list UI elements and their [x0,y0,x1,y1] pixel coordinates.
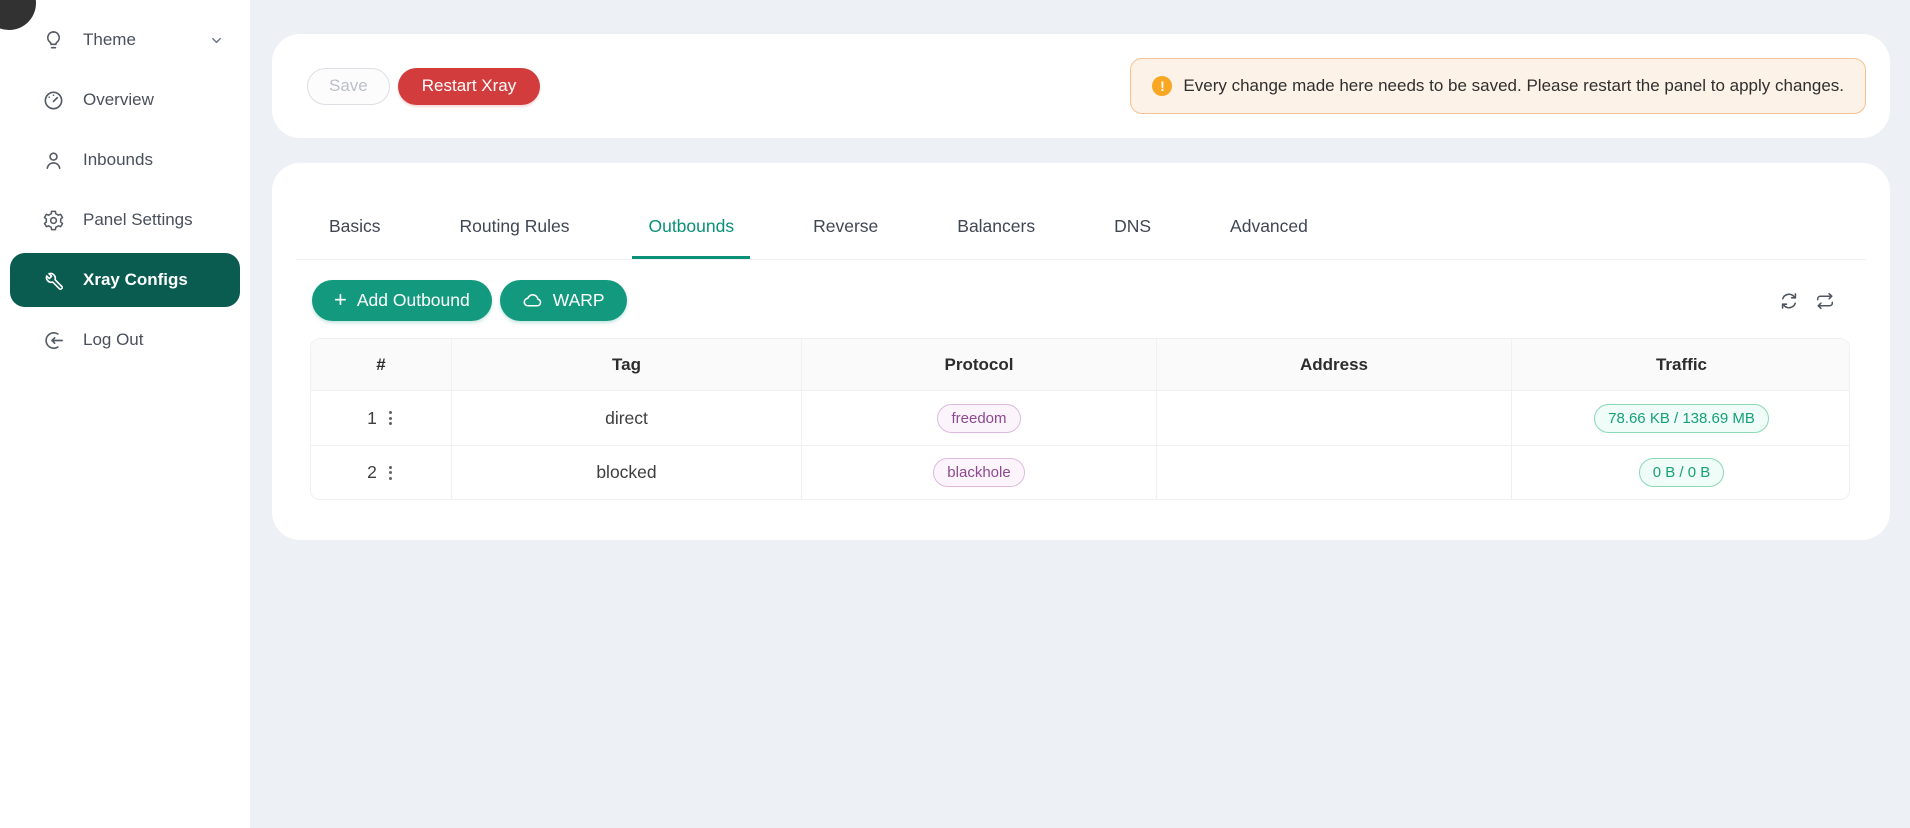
row-menu-icon[interactable] [386,463,395,483]
table-actions [1778,290,1836,312]
warp-button[interactable]: WARP [500,280,627,321]
sidebar-item-panel-settings[interactable]: Panel Settings [0,190,250,250]
column-header-traffic: Traffic [1511,339,1850,391]
sidebar-item-label: Xray Configs [83,270,188,290]
wrench-icon [42,269,65,292]
table-header-row: # Tag Protocol Address Traffic [311,339,1850,391]
refresh-icon[interactable] [1778,290,1800,312]
outbounds-toolbar: + Add Outbound WARP [296,280,1866,321]
xray-config-card: Basics Routing Rules Outbounds Reverse B… [272,163,1890,540]
tab-reverse[interactable]: Reverse [797,215,894,259]
sidebar-item-label: Inbounds [83,150,153,170]
protocol-badge: blackhole [933,458,1024,487]
tab-basics[interactable]: Basics [313,215,397,259]
row-address [1156,391,1511,445]
row-index: 2 [367,462,377,483]
row-tag: direct [451,391,801,445]
tab-routing-rules[interactable]: Routing Rules [444,215,586,259]
protocol-badge: freedom [937,404,1020,433]
config-tabs: Basics Routing Rules Outbounds Reverse B… [296,163,1866,260]
column-header-protocol: Protocol [801,339,1156,391]
gauge-icon [42,89,65,112]
row-tag: blocked [451,445,801,499]
row-address [1156,445,1511,499]
sidebar-item-inbounds[interactable]: Inbounds [0,130,250,190]
cloud-icon [522,290,543,311]
sidebar-item-label: Panel Settings [83,210,193,230]
column-header-index: # [311,339,451,391]
sidebar-item-xray-configs[interactable]: Xray Configs [10,253,240,307]
sidebar-item-label: Theme [83,30,136,50]
warp-label: WARP [553,290,605,311]
warning-icon: ! [1152,76,1172,96]
add-outbound-button[interactable]: + Add Outbound [312,280,492,321]
sidebar-item-overview[interactable]: Overview [0,70,250,130]
lightbulb-icon [42,29,65,52]
warning-alert: ! Every change made here needs to be sav… [1130,58,1866,114]
actions-card: Save Restart Xray ! Every change made he… [272,34,1890,138]
outbounds-table: # Tag Protocol Address Traffic 1 direct [310,338,1850,500]
tab-dns[interactable]: DNS [1098,215,1167,259]
sidebar-item-log-out[interactable]: Log Out [0,310,250,370]
row-menu-icon[interactable] [386,408,395,428]
sidebar: Theme Overview [0,0,250,828]
row-index: 1 [367,408,377,429]
add-outbound-label: Add Outbound [357,290,470,311]
sidebar-item-theme[interactable]: Theme [0,10,250,70]
sidebar-item-label: Overview [83,90,154,110]
warning-alert-message: Every change made here needs to be saved… [1183,76,1844,96]
table-row: 2 blocked blackhole 0 B / 0 B [311,445,1850,499]
restart-xray-button[interactable]: Restart Xray [398,68,540,105]
traffic-badge: 78.66 KB / 138.69 MB [1594,404,1769,433]
logout-icon [42,329,65,352]
user-icon [42,149,65,172]
repeat-icon[interactable] [1814,290,1836,312]
chevron-down-icon [209,33,224,48]
table-row: 1 direct freedom 78.66 KB / 138.69 MB [311,391,1850,445]
column-header-address: Address [1156,339,1511,391]
save-button[interactable]: Save [307,68,390,105]
sidebar-item-label: Log Out [83,330,144,350]
tab-advanced[interactable]: Advanced [1214,215,1324,259]
sidebar-menu: Theme Overview [0,0,250,370]
gear-icon [42,209,65,232]
plus-icon: + [334,289,347,311]
traffic-badge: 0 B / 0 B [1639,458,1725,487]
tab-outbounds[interactable]: Outbounds [632,215,750,259]
tab-balancers[interactable]: Balancers [941,215,1051,259]
column-header-tag: Tag [451,339,801,391]
